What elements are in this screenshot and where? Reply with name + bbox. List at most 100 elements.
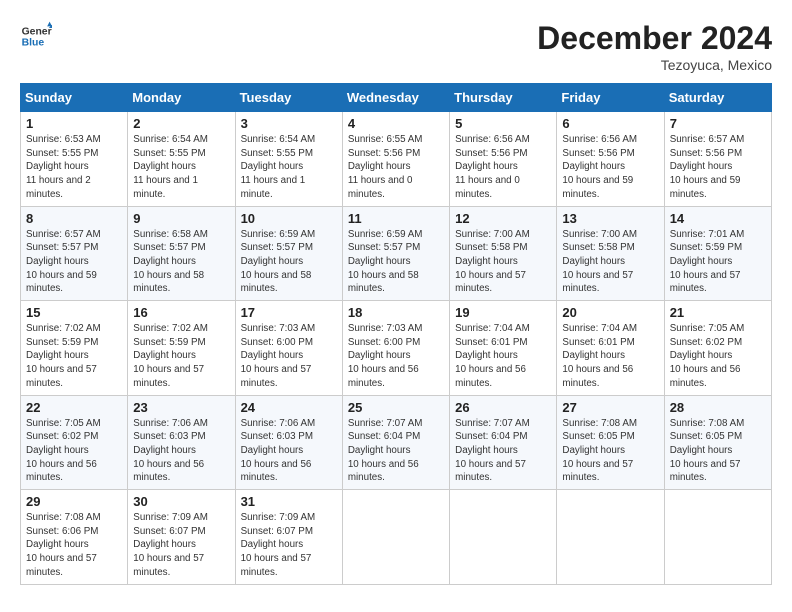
day-info: Sunrise: 7:00 AM Sunset: 5:58 PM Dayligh… (562, 228, 658, 297)
day-info: Sunrise: 7:07 AM Sunset: 6:04 PM Dayligh… (455, 417, 551, 486)
calendar-cell: 14 Sunrise: 7:01 AM Sunset: 5:59 PM Dayl… (664, 206, 771, 301)
day-number: 29 (26, 494, 122, 509)
svg-text:Blue: Blue (22, 38, 45, 49)
day-number: 23 (133, 400, 229, 415)
calendar-table: SundayMondayTuesdayWednesdayThursdayFrid… (20, 83, 772, 585)
day-info: Sunrise: 7:00 AM Sunset: 5:58 PM Dayligh… (455, 228, 551, 297)
calendar-cell: 7 Sunrise: 6:57 AM Sunset: 5:56 PM Dayli… (664, 112, 771, 207)
calendar-cell: 21 Sunrise: 7:05 AM Sunset: 6:02 PM Dayl… (664, 301, 771, 396)
day-number: 31 (241, 494, 337, 509)
weekday-header-saturday: Saturday (664, 84, 771, 112)
day-info: Sunrise: 7:04 AM Sunset: 6:01 PM Dayligh… (562, 322, 658, 391)
day-number: 20 (562, 305, 658, 320)
page-header: General Blue December 2024 Tezoyuca, Mex… (20, 20, 772, 73)
day-info: Sunrise: 6:58 AM Sunset: 5:57 PM Dayligh… (133, 228, 229, 297)
day-info: Sunrise: 6:56 AM Sunset: 5:56 PM Dayligh… (455, 133, 551, 202)
day-info: Sunrise: 7:07 AM Sunset: 6:04 PM Dayligh… (348, 417, 444, 486)
day-number: 21 (670, 305, 766, 320)
day-number: 6 (562, 116, 658, 131)
location: Tezoyuca, Mexico (537, 57, 772, 73)
calendar-cell (664, 490, 771, 585)
day-info: Sunrise: 7:01 AM Sunset: 5:59 PM Dayligh… (670, 228, 766, 297)
day-info: Sunrise: 6:56 AM Sunset: 5:56 PM Dayligh… (562, 133, 658, 202)
day-number: 14 (670, 211, 766, 226)
calendar-cell: 4 Sunrise: 6:55 AM Sunset: 5:56 PM Dayli… (342, 112, 449, 207)
day-number: 17 (241, 305, 337, 320)
calendar-week-4: 22 Sunrise: 7:05 AM Sunset: 6:02 PM Dayl… (21, 395, 772, 490)
calendar-cell: 17 Sunrise: 7:03 AM Sunset: 6:00 PM Dayl… (235, 301, 342, 396)
calendar-cell (557, 490, 664, 585)
calendar-week-3: 15 Sunrise: 7:02 AM Sunset: 5:59 PM Dayl… (21, 301, 772, 396)
weekday-header-monday: Monday (128, 84, 235, 112)
day-info: Sunrise: 7:05 AM Sunset: 6:02 PM Dayligh… (670, 322, 766, 391)
logo-icon: General Blue (20, 20, 52, 52)
day-info: Sunrise: 7:08 AM Sunset: 6:05 PM Dayligh… (562, 417, 658, 486)
day-number: 2 (133, 116, 229, 131)
day-number: 9 (133, 211, 229, 226)
calendar-cell: 29 Sunrise: 7:08 AM Sunset: 6:06 PM Dayl… (21, 490, 128, 585)
calendar-cell: 16 Sunrise: 7:02 AM Sunset: 5:59 PM Dayl… (128, 301, 235, 396)
calendar-cell: 23 Sunrise: 7:06 AM Sunset: 6:03 PM Dayl… (128, 395, 235, 490)
day-info: Sunrise: 7:09 AM Sunset: 6:07 PM Dayligh… (241, 511, 337, 580)
calendar-week-1: 1 Sunrise: 6:53 AM Sunset: 5:55 PM Dayli… (21, 112, 772, 207)
calendar-cell: 19 Sunrise: 7:04 AM Sunset: 6:01 PM Dayl… (450, 301, 557, 396)
title-block: December 2024 Tezoyuca, Mexico (537, 20, 772, 73)
day-info: Sunrise: 7:06 AM Sunset: 6:03 PM Dayligh… (241, 417, 337, 486)
calendar-cell: 27 Sunrise: 7:08 AM Sunset: 6:05 PM Dayl… (557, 395, 664, 490)
day-info: Sunrise: 7:05 AM Sunset: 6:02 PM Dayligh… (26, 417, 122, 486)
day-info: Sunrise: 7:08 AM Sunset: 6:05 PM Dayligh… (670, 417, 766, 486)
day-info: Sunrise: 7:04 AM Sunset: 6:01 PM Dayligh… (455, 322, 551, 391)
day-info: Sunrise: 6:53 AM Sunset: 5:55 PM Dayligh… (26, 133, 122, 202)
calendar-cell: 28 Sunrise: 7:08 AM Sunset: 6:05 PM Dayl… (664, 395, 771, 490)
day-number: 10 (241, 211, 337, 226)
day-number: 16 (133, 305, 229, 320)
day-number: 18 (348, 305, 444, 320)
day-info: Sunrise: 7:02 AM Sunset: 5:59 PM Dayligh… (133, 322, 229, 391)
calendar-cell: 11 Sunrise: 6:59 AM Sunset: 5:57 PM Dayl… (342, 206, 449, 301)
weekday-header-sunday: Sunday (21, 84, 128, 112)
calendar-cell: 10 Sunrise: 6:59 AM Sunset: 5:57 PM Dayl… (235, 206, 342, 301)
day-number: 19 (455, 305, 551, 320)
calendar-cell: 24 Sunrise: 7:06 AM Sunset: 6:03 PM Dayl… (235, 395, 342, 490)
day-info: Sunrise: 6:59 AM Sunset: 5:57 PM Dayligh… (241, 228, 337, 297)
day-number: 26 (455, 400, 551, 415)
day-info: Sunrise: 7:03 AM Sunset: 6:00 PM Dayligh… (241, 322, 337, 391)
calendar-cell: 26 Sunrise: 7:07 AM Sunset: 6:04 PM Dayl… (450, 395, 557, 490)
day-number: 3 (241, 116, 337, 131)
calendar-cell: 20 Sunrise: 7:04 AM Sunset: 6:01 PM Dayl… (557, 301, 664, 396)
weekday-header-row: SundayMondayTuesdayWednesdayThursdayFrid… (21, 84, 772, 112)
calendar-cell: 6 Sunrise: 6:56 AM Sunset: 5:56 PM Dayli… (557, 112, 664, 207)
day-number: 5 (455, 116, 551, 131)
day-number: 30 (133, 494, 229, 509)
day-info: Sunrise: 6:57 AM Sunset: 5:56 PM Dayligh… (670, 133, 766, 202)
calendar-cell: 15 Sunrise: 7:02 AM Sunset: 5:59 PM Dayl… (21, 301, 128, 396)
day-number: 15 (26, 305, 122, 320)
logo: General Blue (20, 20, 52, 52)
calendar-cell: 8 Sunrise: 6:57 AM Sunset: 5:57 PM Dayli… (21, 206, 128, 301)
calendar-cell (342, 490, 449, 585)
calendar-cell: 25 Sunrise: 7:07 AM Sunset: 6:04 PM Dayl… (342, 395, 449, 490)
calendar-cell: 13 Sunrise: 7:00 AM Sunset: 5:58 PM Dayl… (557, 206, 664, 301)
day-number: 25 (348, 400, 444, 415)
calendar-cell: 2 Sunrise: 6:54 AM Sunset: 5:55 PM Dayli… (128, 112, 235, 207)
day-number: 13 (562, 211, 658, 226)
calendar-cell: 30 Sunrise: 7:09 AM Sunset: 6:07 PM Dayl… (128, 490, 235, 585)
calendar-cell: 9 Sunrise: 6:58 AM Sunset: 5:57 PM Dayli… (128, 206, 235, 301)
calendar-cell: 1 Sunrise: 6:53 AM Sunset: 5:55 PM Dayli… (21, 112, 128, 207)
day-info: Sunrise: 7:03 AM Sunset: 6:00 PM Dayligh… (348, 322, 444, 391)
month-title: December 2024 (537, 20, 772, 57)
day-number: 24 (241, 400, 337, 415)
calendar-cell: 5 Sunrise: 6:56 AM Sunset: 5:56 PM Dayli… (450, 112, 557, 207)
day-number: 22 (26, 400, 122, 415)
calendar-cell: 12 Sunrise: 7:00 AM Sunset: 5:58 PM Dayl… (450, 206, 557, 301)
calendar-cell: 22 Sunrise: 7:05 AM Sunset: 6:02 PM Dayl… (21, 395, 128, 490)
day-info: Sunrise: 7:06 AM Sunset: 6:03 PM Dayligh… (133, 417, 229, 486)
day-number: 8 (26, 211, 122, 226)
day-number: 1 (26, 116, 122, 131)
calendar-cell: 18 Sunrise: 7:03 AM Sunset: 6:00 PM Dayl… (342, 301, 449, 396)
day-info: Sunrise: 6:55 AM Sunset: 5:56 PM Dayligh… (348, 133, 444, 202)
day-info: Sunrise: 7:09 AM Sunset: 6:07 PM Dayligh… (133, 511, 229, 580)
day-info: Sunrise: 6:59 AM Sunset: 5:57 PM Dayligh… (348, 228, 444, 297)
day-info: Sunrise: 6:57 AM Sunset: 5:57 PM Dayligh… (26, 228, 122, 297)
svg-text:General: General (22, 26, 52, 37)
